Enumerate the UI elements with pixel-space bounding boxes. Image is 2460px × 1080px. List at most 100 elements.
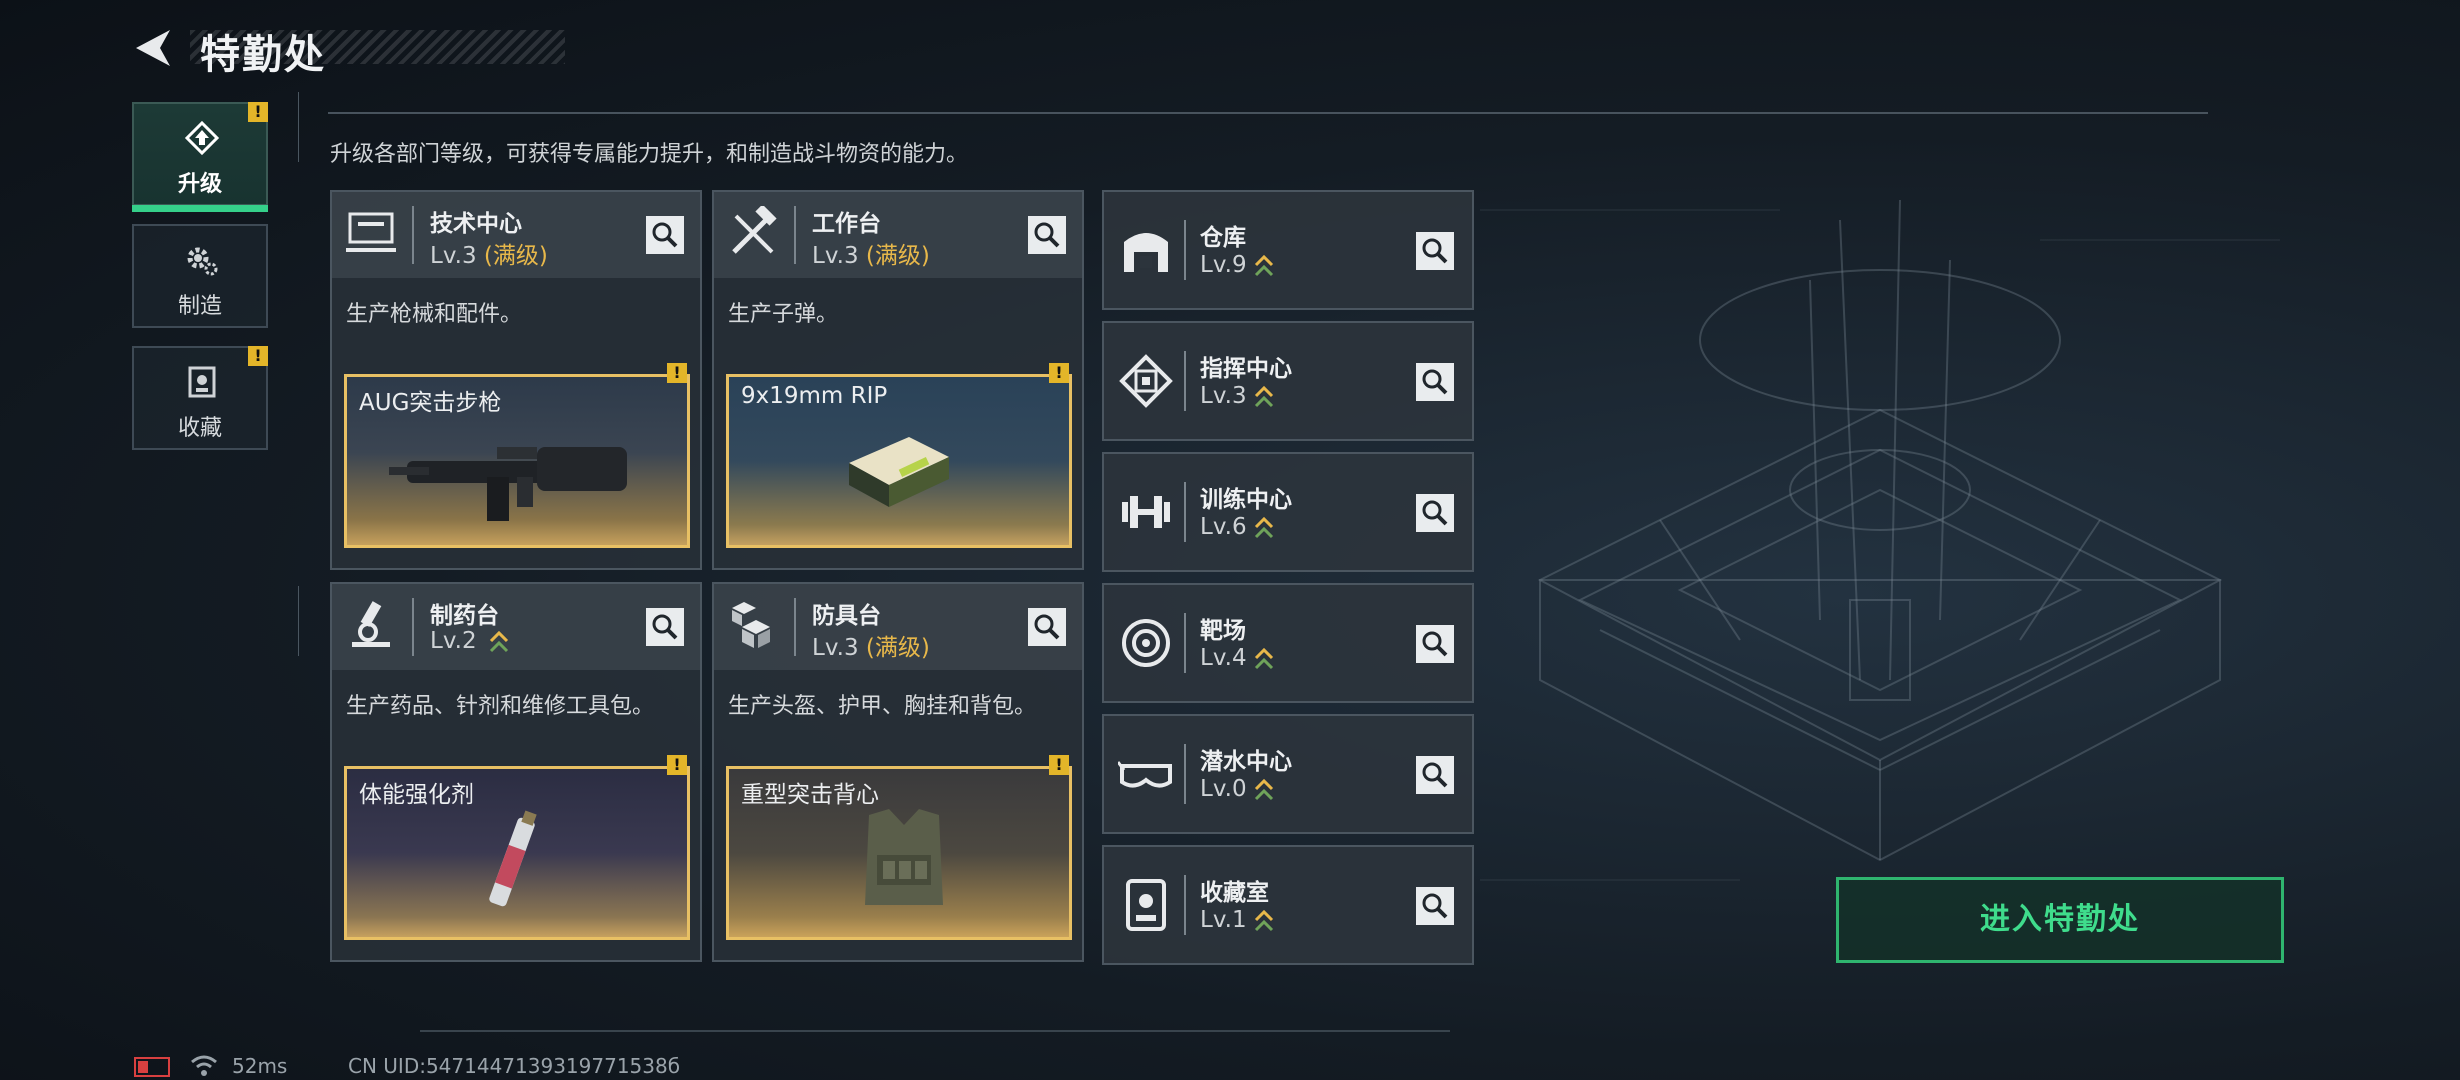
nav-tab-collection[interactable]: 收藏 ! (132, 346, 268, 450)
dept-card-warehouse[interactable]: 仓库 Lv.9 (1102, 190, 1474, 310)
target-icon (1122, 619, 1170, 667)
search-icon[interactable] (1416, 756, 1454, 794)
tools-icon (732, 206, 777, 254)
card-workbench[interactable]: 工作台 Lv.3 (满级) 生产子弹。 9x19mm RIP ! (712, 190, 1084, 570)
card-armor-bench[interactable]: 防具台 Lv.3 (满级) 生产头盔、护甲、胸挂和背包。 重型突击背心 ! (712, 582, 1084, 962)
craft-item-slot[interactable]: AUG突击步枪 ! (344, 363, 690, 548)
dumbbell-icon (1122, 496, 1170, 528)
uid-text: CN UID:5471447139319771538б (348, 1054, 681, 1078)
level-value: Lv.0 (1200, 776, 1247, 802)
intro-text: 升级各部门等级，可获得专属能力提升，和制造战斗物资的能力。 (330, 142, 969, 167)
separator (794, 206, 796, 264)
card-pharmacy[interactable]: 制药台 Lv.2 生产药品、针剂和维修工具包。 体能强化剂 ! (330, 582, 702, 962)
battery-level (138, 1061, 148, 1073)
command-icon (1119, 354, 1173, 408)
level-value: Lv.2 (430, 628, 477, 654)
dept-card-diving[interactable]: 潜水中心 Lv.0 (1102, 714, 1474, 834)
upgrade-available-icon (1254, 909, 1273, 931)
craft-item-slot[interactable]: 9x19mm RIP ! (726, 363, 1072, 548)
dept-card-command[interactable]: 指挥中心 Lv.3 (1102, 321, 1474, 441)
warning-badge: ! (667, 755, 687, 775)
card-description: 生产药品、针剂和维修工具包。 (346, 694, 655, 719)
search-icon[interactable] (1028, 608, 1066, 646)
collection-icon (1126, 879, 1166, 931)
level-value: Lv.3 (812, 243, 859, 269)
separator (1184, 744, 1186, 804)
computer-icon (346, 212, 396, 252)
search-icon[interactable] (1416, 625, 1454, 663)
dept-name: 潜水中心 (1200, 749, 1292, 775)
separator (1184, 220, 1186, 280)
dept-card-shooting-range[interactable]: 靶场 Lv.4 (1102, 583, 1474, 703)
dept-level: Lv.4 (1200, 645, 1275, 672)
card-level: Lv.3 (满级) (812, 236, 930, 270)
dept-card-training[interactable]: 训练中心 Lv.6 (1102, 452, 1474, 572)
warning-badge: ! (248, 102, 268, 122)
craft-item-slot[interactable]: 体能强化剂 ! (344, 755, 690, 940)
warning-badge: ! (1049, 363, 1069, 383)
item-name: 重型突击背心 (741, 782, 879, 808)
level-value: Lv.6 (1200, 514, 1247, 540)
search-icon[interactable] (1416, 232, 1454, 270)
nav-label: 收藏 (177, 416, 222, 441)
card-title: 制药台 (430, 603, 499, 629)
search-icon[interactable] (646, 608, 684, 646)
active-indicator (132, 205, 268, 212)
dept-name: 训练中心 (1200, 487, 1292, 513)
card-title: 工作台 (812, 211, 881, 237)
card-title: 技术中心 (430, 211, 522, 237)
card-level: Lv.3 (满级) (812, 628, 930, 662)
level-value: Lv.3 (812, 635, 859, 661)
upgrade-available-icon (489, 630, 508, 652)
dept-card-collection-room[interactable]: 收藏室 Lv.1 (1102, 845, 1474, 965)
item-name: 体能强化剂 (359, 782, 474, 808)
card-level: Lv.3 (满级) (430, 236, 548, 270)
dept-name: 收藏室 (1200, 880, 1269, 906)
nav-tab-craft[interactable]: 制造 (132, 224, 268, 328)
card-level: Lv.2 (430, 628, 510, 655)
dept-level: Lv.6 (1200, 514, 1275, 541)
item-name: AUG突击步枪 (359, 390, 502, 416)
syringe-image (489, 810, 537, 907)
collection-icon (188, 366, 216, 398)
search-icon[interactable] (646, 216, 684, 254)
dept-name: 仓库 (1200, 225, 1246, 251)
dept-name: 指挥中心 (1200, 356, 1292, 382)
armor-blocks-icon (732, 602, 770, 648)
upgrade-available-icon (1254, 254, 1273, 276)
ammo-box-image (849, 437, 949, 507)
nav-tab-upgrade[interactable]: 升级 ! (132, 102, 268, 212)
base-wireframe-illustration (1480, 199, 2280, 881)
enter-base-button[interactable]: 进入特勤处 (1836, 877, 2284, 963)
upgrade-available-icon (1254, 778, 1273, 800)
dept-level: Lv.9 (1200, 252, 1275, 279)
nav-label: 制造 (177, 294, 222, 319)
separator (794, 598, 796, 656)
level-value: Lv.1 (1200, 907, 1247, 933)
separator (412, 598, 414, 656)
card-title: 防具台 (812, 603, 881, 629)
level-value: Lv.9 (1200, 252, 1247, 278)
card-description: 生产头盔、护甲、胸挂和背包。 (728, 694, 1037, 719)
max-level-tag: (满级) (865, 635, 930, 661)
card-tech-center[interactable]: 技术中心 Lv.3 (满级) 生产枪械和配件。 AUG突击步枪 ! (330, 190, 702, 570)
divider (298, 92, 299, 162)
back-arrow-icon[interactable] (130, 24, 178, 72)
vest-image (865, 809, 943, 905)
search-icon[interactable] (1028, 216, 1066, 254)
divider (328, 112, 2208, 114)
page-title: 特勤处 (200, 32, 326, 78)
separator (412, 206, 414, 264)
card-description: 生产枪械和配件。 (346, 302, 523, 327)
search-icon[interactable] (1416, 363, 1454, 401)
max-level-tag: (满级) (483, 243, 548, 269)
search-icon[interactable] (1416, 494, 1454, 532)
search-icon[interactable] (1416, 887, 1454, 925)
craft-item-slot[interactable]: 重型突击背心 ! (726, 755, 1072, 940)
upgrade-available-icon (1254, 385, 1273, 407)
upgrade-icon (184, 120, 220, 156)
warning-badge: ! (248, 346, 268, 366)
gear-icon (187, 247, 218, 276)
dept-level: Lv.3 (1200, 383, 1275, 410)
goggles-icon (1118, 761, 1172, 788)
